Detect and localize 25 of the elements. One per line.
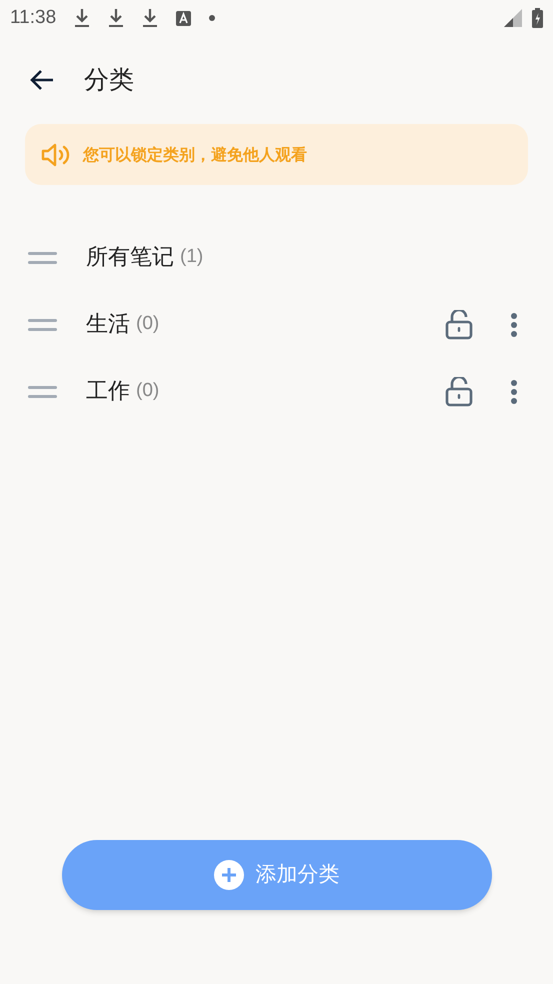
notice-text: 您可以锁定类别，避免他人观看 <box>83 144 307 166</box>
signal-icon <box>504 9 522 27</box>
drag-handle-icon[interactable] <box>28 318 57 332</box>
category-name[interactable]: 生活 <box>86 308 130 341</box>
drag-handle-icon[interactable] <box>28 250 57 264</box>
battery-icon <box>532 8 543 28</box>
download-icon <box>74 8 90 28</box>
speaker-icon <box>41 142 71 168</box>
unlocked-padlock-icon[interactable] <box>445 376 473 406</box>
page-title: 分类 <box>84 64 134 96</box>
category-count: (1) <box>180 245 204 270</box>
dot-icon <box>209 15 216 21</box>
category-name[interactable]: 工作 <box>86 375 130 408</box>
category-count: (0) <box>136 379 160 404</box>
status-time: 11:38 <box>10 6 56 30</box>
download-icon <box>142 8 158 28</box>
notification-icon <box>176 10 192 26</box>
more-options-button[interactable] <box>509 310 519 338</box>
category-name[interactable]: 所有笔记 <box>86 241 174 274</box>
download-icon <box>108 8 124 28</box>
category-count: (0) <box>136 312 160 336</box>
more-options-button[interactable] <box>509 378 519 406</box>
plus-icon <box>214 860 244 890</box>
drag-handle-icon[interactable] <box>28 384 57 398</box>
unlocked-padlock-icon[interactable] <box>445 310 473 340</box>
